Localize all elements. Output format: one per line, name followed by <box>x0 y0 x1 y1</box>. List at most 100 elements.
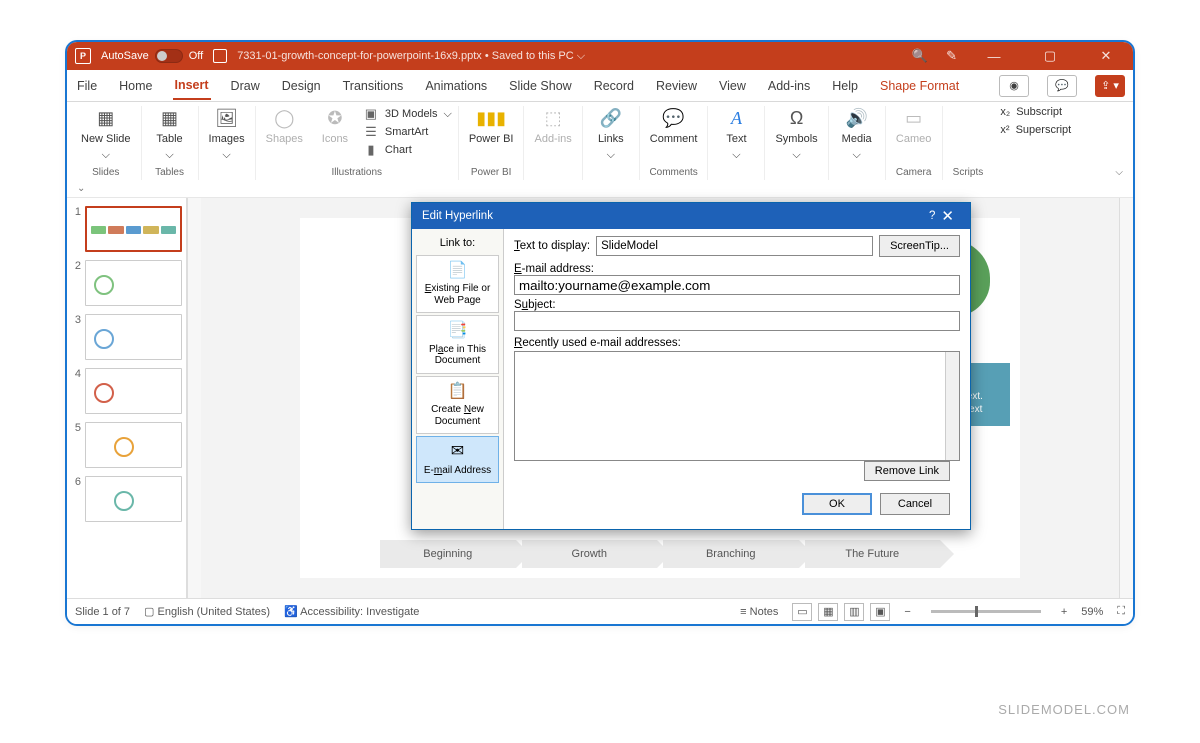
dialog-close-button[interactable]: ✕ <box>935 207 960 225</box>
3dmodels-button[interactable]: ▣3D Models ⌵ <box>363 106 452 122</box>
arrow-branching[interactable]: Branching <box>663 540 799 568</box>
group-illustrations: Illustrations <box>331 165 382 180</box>
watermark: SLIDEMODEL.COM <box>998 702 1130 717</box>
remove-link-button[interactable]: Remove Link <box>864 461 950 481</box>
group-tables: Tables <box>155 165 184 180</box>
group-camera: Camera <box>896 165 932 180</box>
slide-canvas[interactable]: Track ample text. lesired text Beginning… <box>201 198 1119 598</box>
zoom-slider[interactable] <box>931 610 1041 613</box>
tab-view[interactable]: View <box>717 73 748 99</box>
arrow-future[interactable]: The Future <box>805 540 941 568</box>
save-icon[interactable] <box>213 49 227 63</box>
tab-shape-format[interactable]: Shape Format <box>878 73 961 99</box>
view-slideshow[interactable]: ▣ <box>870 603 890 621</box>
tab-draw[interactable]: Draw <box>229 73 262 99</box>
table-button[interactable]: ▦Table⌵ <box>148 106 192 164</box>
recent-emails-list[interactable] <box>514 351 960 461</box>
linkto-email[interactable]: ✉E-mail Address <box>416 436 499 483</box>
search-icon[interactable]: 🔍 <box>912 48 928 64</box>
recent-label: Recently used e-mail addresses: <box>514 337 681 349</box>
group-links <box>609 165 612 180</box>
tab-file[interactable]: File <box>75 73 99 99</box>
addins-button[interactable]: ⬚Add-ins <box>530 106 575 147</box>
thumb-scrollbar[interactable] <box>187 198 201 598</box>
view-sorter[interactable]: ▦ <box>818 603 838 621</box>
arrow-growth[interactable]: Growth <box>522 540 658 568</box>
toggle-icon[interactable] <box>155 49 183 63</box>
tab-insert[interactable]: Insert <box>173 72 211 100</box>
subscript-button[interactable]: x₂ Subscript <box>1000 106 1071 118</box>
tab-design[interactable]: Design <box>280 73 323 99</box>
screentip-button[interactable]: ScreenTip... <box>879 235 960 257</box>
chart-button[interactable]: ▮Chart <box>363 142 452 158</box>
tab-addins[interactable]: Add-ins <box>766 73 812 99</box>
new-slide-button[interactable]: ▦New Slide⌵ <box>77 106 135 164</box>
group-text <box>735 165 738 180</box>
zoom-out[interactable]: − <box>904 606 910 618</box>
main-area: 1 2 3 4 5 6 Track ample text. lesired te… <box>67 198 1133 598</box>
thumb-6[interactable]: 6 <box>71 476 182 522</box>
subject-input[interactable] <box>514 311 960 331</box>
language-indicator[interactable]: ▢ English (United States) <box>144 605 270 618</box>
ribbon-collapse-bar[interactable]: ⌄ <box>67 180 1133 198</box>
record-indicator-button[interactable]: ◉ <box>999 75 1029 97</box>
close-button[interactable]: ✕ <box>1087 42 1125 70</box>
share-button[interactable]: ⇪ ▾ <box>1095 75 1125 97</box>
images-button[interactable]: 🖼Images⌵ <box>205 106 249 164</box>
thumb-3[interactable]: 3 <box>71 314 182 360</box>
media-button[interactable]: 🔊Media⌵ <box>835 106 879 164</box>
menubar: File Home Insert Draw Design Transitions… <box>67 70 1133 102</box>
ribbon-collapse-icon[interactable]: ⌵ <box>1115 167 1123 178</box>
arrow-beginning[interactable]: Beginning <box>380 540 516 568</box>
links-button[interactable]: 🔗Links⌵ <box>589 106 633 164</box>
timeline-arrows: Beginning Growth Branching The Future <box>380 540 940 568</box>
smartart-button[interactable]: ☰SmartArt <box>363 124 452 140</box>
canvas-scrollbar[interactable] <box>1119 198 1133 598</box>
tab-transitions[interactable]: Transitions <box>341 73 406 99</box>
app-window: P AutoSave Off 7331-01-growth-concept-fo… <box>65 40 1135 626</box>
zoom-in[interactable]: + <box>1061 606 1067 618</box>
thumb-1[interactable]: 1 <box>71 206 182 252</box>
symbols-button[interactable]: ΩSymbols⌵ <box>771 106 821 164</box>
shapes-button[interactable]: ◯Shapes <box>262 106 307 147</box>
thumb-4[interactable]: 4 <box>71 368 182 414</box>
icons-button[interactable]: ✪Icons <box>313 106 357 147</box>
cameo-button[interactable]: ▭Cameo <box>892 106 936 147</box>
tab-slideshow[interactable]: Slide Show <box>507 73 574 99</box>
group-addins <box>552 165 555 180</box>
tab-help[interactable]: Help <box>830 73 860 99</box>
fit-button[interactable]: ⛶ <box>1117 605 1125 618</box>
dialog-titlebar[interactable]: Edit Hyperlink ? ✕ <box>412 203 970 229</box>
powerbi-button[interactable]: ▮▮▮Power BI <box>465 106 518 147</box>
slide-thumbnails[interactable]: 1 2 3 4 5 6 <box>67 198 187 598</box>
cancel-button[interactable]: Cancel <box>880 493 950 515</box>
tab-animations[interactable]: Animations <box>423 73 489 99</box>
email-input[interactable] <box>514 275 960 295</box>
comments-pane-button[interactable]: 💬 <box>1047 75 1077 97</box>
tab-home[interactable]: Home <box>117 73 154 99</box>
maximize-button[interactable]: ▢ <box>1031 42 1069 70</box>
tab-record[interactable]: Record <box>592 73 636 99</box>
view-normal[interactable]: ▭ <box>792 603 812 621</box>
zoom-value[interactable]: 59% <box>1081 606 1103 618</box>
comment-button[interactable]: 💬Comment <box>646 106 702 147</box>
linkto-create-new[interactable]: 📋Create New Document <box>416 376 499 434</box>
ok-button[interactable]: OK <box>802 493 872 515</box>
notes-button[interactable]: ≡ Notes <box>740 606 778 618</box>
pen-icon[interactable]: ✎ <box>946 48 957 64</box>
text-display-input[interactable] <box>596 236 873 256</box>
view-reading[interactable]: ▥ <box>844 603 864 621</box>
ribbon: ▦New Slide⌵ Slides ▦Table⌵ Tables 🖼Image… <box>67 102 1133 180</box>
autosave-toggle[interactable]: AutoSave Off <box>101 49 203 63</box>
superscript-button[interactable]: x² Superscript <box>1000 124 1071 136</box>
text-button[interactable]: AText⌵ <box>714 106 758 164</box>
thumb-5[interactable]: 5 <box>71 422 182 468</box>
group-media <box>855 165 858 180</box>
list-scrollbar[interactable] <box>945 352 959 460</box>
thumb-2[interactable]: 2 <box>71 260 182 306</box>
linkto-place-in-doc[interactable]: 📑Place in This Document <box>416 315 499 373</box>
accessibility-indicator[interactable]: ♿ Accessibility: Investigate <box>284 605 419 618</box>
tab-review[interactable]: Review <box>654 73 699 99</box>
linkto-existing-file[interactable]: 📄Existing File or Web Page <box>416 255 499 313</box>
minimize-button[interactable]: — <box>975 42 1013 70</box>
